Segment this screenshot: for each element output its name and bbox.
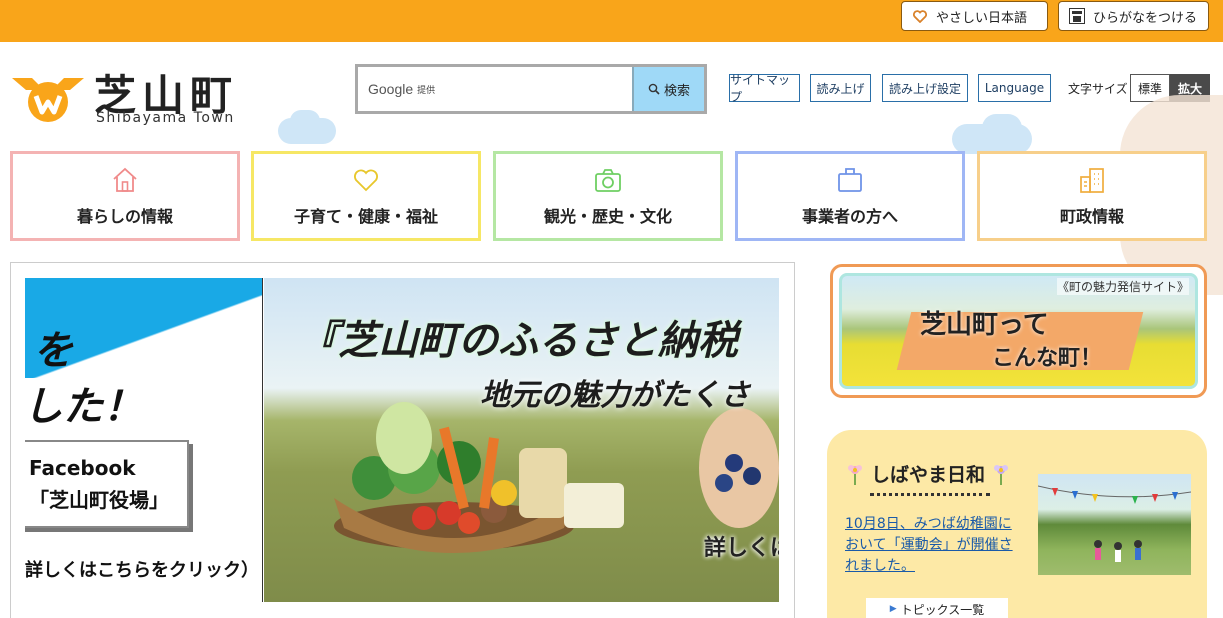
- topic-link[interactable]: 10月8日、みつば幼稚園において「運動会」が開催されました。: [845, 514, 1025, 577]
- flower-icon: [848, 464, 862, 485]
- facebook-label: Facebook: [29, 456, 136, 480]
- promo-tag: 《町の魅力発信サイト》: [1056, 278, 1189, 295]
- nav-tourism-culture[interactable]: 観光・歴史・文化: [493, 151, 723, 241]
- yasashii-nihongo-label: やさしい日本語: [936, 10, 1028, 26]
- nav-business[interactable]: 事業者の方へ: [735, 151, 965, 241]
- cloud-decoration: [982, 114, 1022, 142]
- nav-label: 暮らしの情報: [76, 207, 173, 226]
- house-icon: [113, 167, 137, 192]
- site-logo[interactable]: 芝山町 Shibayama Town: [10, 60, 250, 130]
- sitemap-link[interactable]: サイトマップ: [729, 73, 800, 104]
- town-appeal-image: 《町の魅力発信サイト》 芝山町って こんな町！: [839, 273, 1198, 389]
- page: やさしい日本語 ひらがなをつける 芝山町 Shibayama Town Goog…: [0, 0, 1223, 618]
- topics-list-button[interactable]: ▶ トピックス一覧: [866, 598, 1008, 618]
- google-label: Google: [368, 81, 414, 97]
- read-aloud-button[interactable]: 読み上げ: [810, 74, 871, 102]
- town-appeal-banner[interactable]: 《町の魅力発信サイト》 芝山町って こんな町！: [830, 264, 1207, 398]
- hiragana-label: ひらがなをつける: [1093, 10, 1198, 26]
- building-icon: [1080, 168, 1104, 193]
- topics-heading: しばやま日和: [845, 460, 1011, 487]
- heading-dotted-divider: [870, 493, 990, 496]
- nav-label: 観光・歴史・文化: [543, 207, 672, 226]
- furusato-nozei-slide[interactable]: 『芝山町のふるさと納税 地元の魅力がたくさ 詳しくは: [264, 278, 779, 602]
- provided-label: 提供: [417, 85, 436, 96]
- flower-icon: [994, 464, 1009, 485]
- briefcase-icon: [838, 168, 862, 192]
- facebook-box: Facebook 「芝山町役場」: [25, 440, 189, 528]
- heart-icon: [912, 8, 928, 24]
- topic-photo[interactable]: [1038, 474, 1191, 575]
- cloud-decoration: [290, 110, 320, 132]
- town-emblem-icon: [12, 78, 84, 122]
- logo-subtitle: Shibayama Town: [96, 110, 235, 126]
- nav-label: 町政情報: [1059, 207, 1124, 226]
- heart-icon: [354, 169, 378, 192]
- promo-title-2: こんな町！: [992, 346, 1103, 371]
- nav-town-government[interactable]: 町政情報: [977, 151, 1207, 241]
- fontsize-label: 文字サイズ: [1068, 82, 1128, 96]
- slide-headline-2: した！: [25, 384, 143, 430]
- furigana-icon: [1069, 8, 1085, 24]
- slide-headline-1: を: [33, 328, 73, 374]
- nav-living-info[interactable]: 暮らしの情報: [10, 151, 240, 241]
- camera-icon: [595, 169, 621, 192]
- search-button-label: 検索: [663, 83, 690, 99]
- search-input[interactable]: Google 提供: [358, 67, 632, 111]
- click-instruction: 詳しくはこちらをクリック）: [25, 560, 259, 581]
- yasashii-nihongo-button[interactable]: やさしい日本語: [901, 1, 1048, 31]
- facebook-page-name: 「芝山町役場」: [29, 488, 169, 512]
- read-aloud-settings-button[interactable]: 読み上げ設定: [882, 74, 968, 102]
- furusato-more-text: 詳しくは: [704, 536, 779, 561]
- sports-day-image: [1038, 485, 1191, 562]
- nav-label: 子育て・健康・福祉: [293, 207, 438, 226]
- promo-title-1: 芝山町って: [920, 310, 1049, 340]
- furusato-subheadline: 地元の魅力がたくさ: [480, 378, 750, 413]
- topics-title: しばやま日和: [871, 464, 986, 486]
- search-icon: [648, 83, 660, 95]
- furusato-headline: 『芝山町のふるさと納税: [298, 318, 738, 364]
- search-box: Google 提供 検索: [355, 64, 707, 114]
- triangle-right-icon: ▶: [889, 604, 897, 614]
- facebook-slide[interactable]: を した！ Facebook 「芝山町役場」 詳しくはこちらをクリック）: [25, 278, 263, 602]
- language-button[interactable]: Language: [978, 74, 1051, 102]
- nav-childcare-health[interactable]: 子育て・健康・福祉: [251, 151, 481, 241]
- top-bar: やさしい日本語 ひらがなをつける: [0, 0, 1223, 42]
- topics-list-label: トピックス一覧: [900, 602, 985, 617]
- hiragana-button[interactable]: ひらがなをつける: [1058, 1, 1209, 31]
- nav-label: 事業者の方へ: [801, 207, 898, 226]
- search-button[interactable]: 検索: [632, 67, 704, 111]
